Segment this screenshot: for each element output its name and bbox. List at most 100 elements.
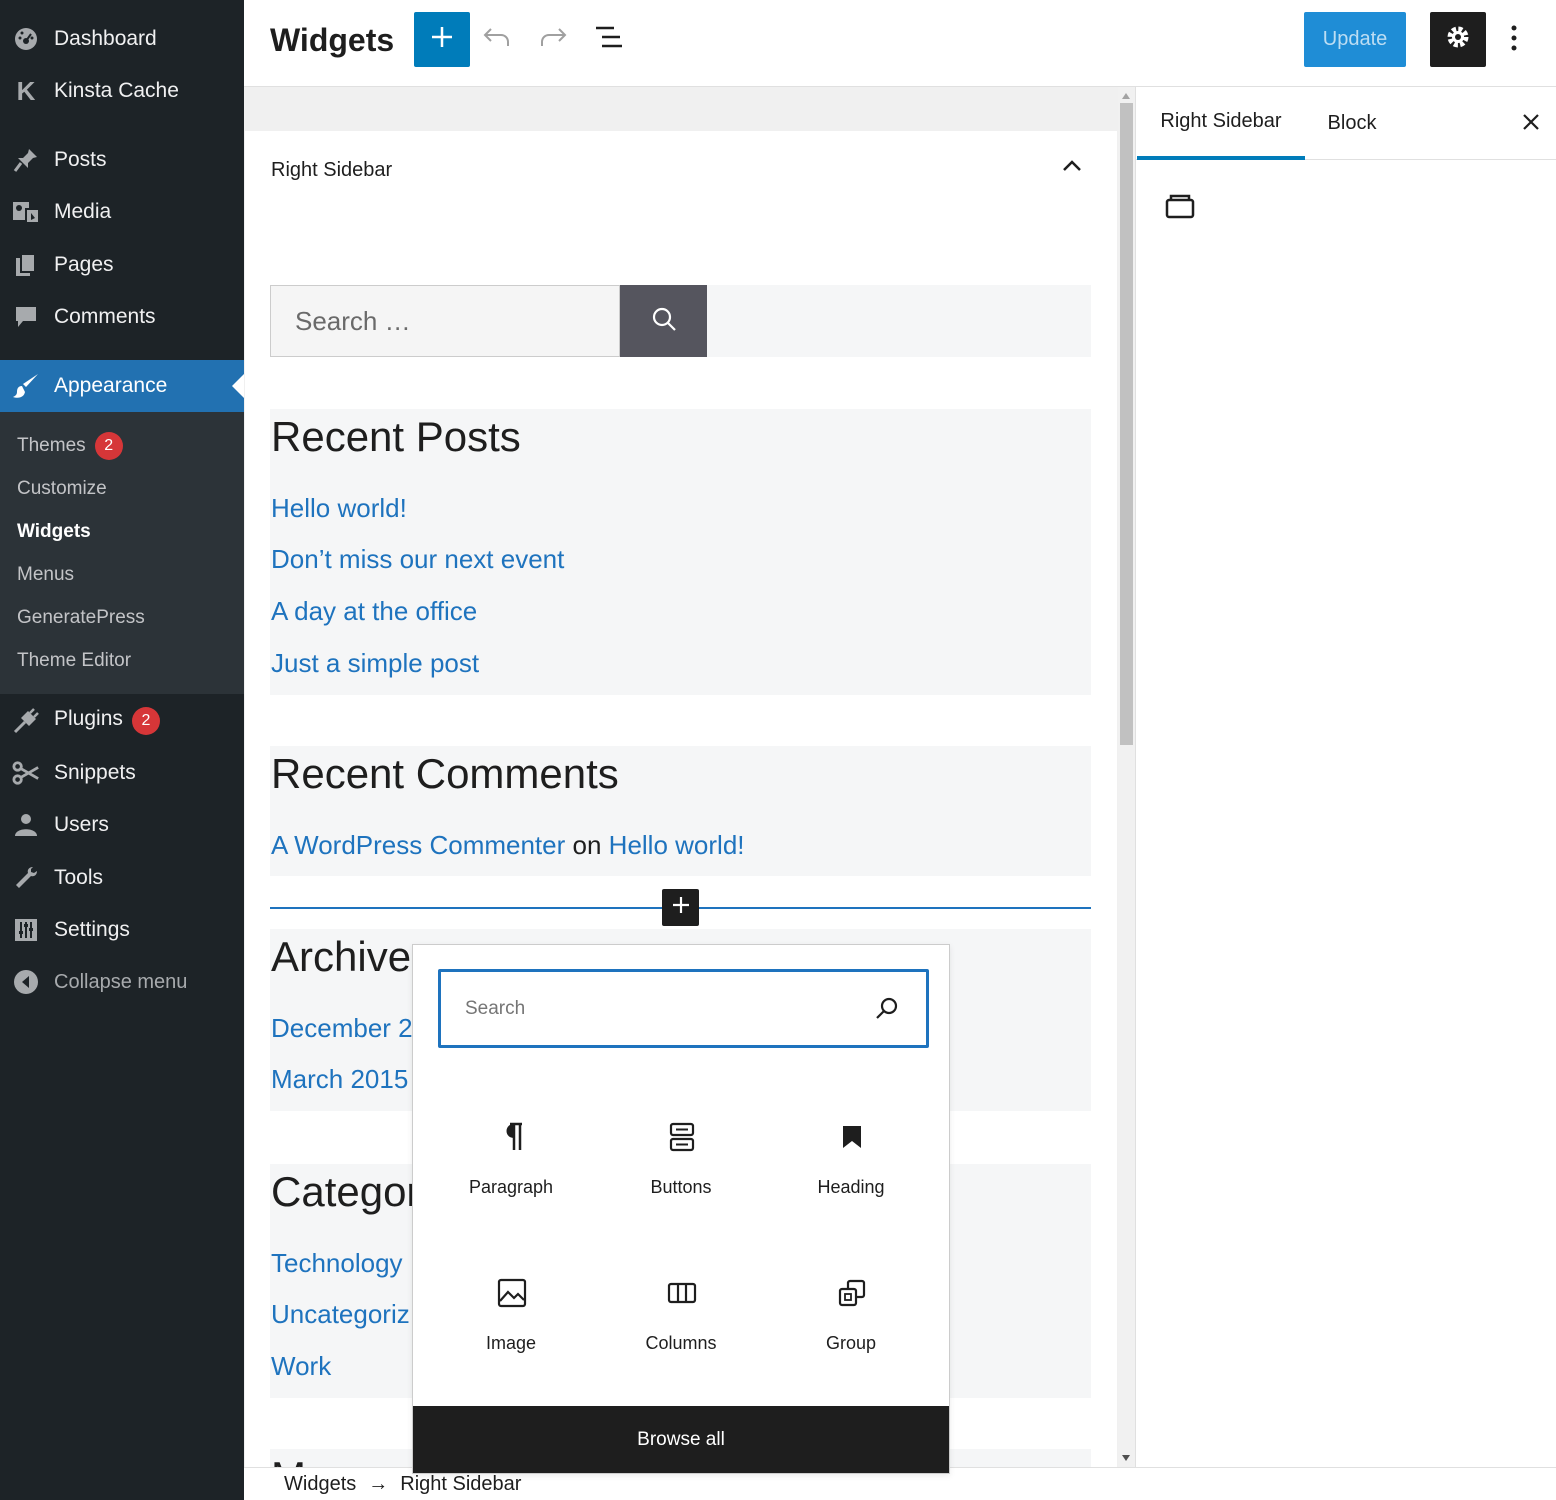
close-settings-button[interactable]: [1516, 109, 1546, 139]
page-title: Widgets: [270, 22, 395, 58]
menu-item-plugins[interactable]: Plugins 2: [0, 695, 244, 747]
canvas-scrollbar[interactable]: [1118, 87, 1135, 1467]
undo-button[interactable]: [480, 22, 514, 56]
recent-post-link[interactable]: Don’t miss our next event: [271, 544, 564, 575]
block-label: Paragraph: [468, 1177, 554, 1197]
block-label: Image: [485, 1333, 537, 1353]
archives-heading: Archives: [271, 933, 433, 980]
submenu-item-generatepress[interactable]: GeneratePress: [17, 603, 145, 633]
submenu-item-menus[interactable]: Menus: [17, 560, 74, 590]
menu-item-posts[interactable]: Posts: [0, 134, 244, 186]
scrollbar-thumb[interactable]: [1120, 103, 1133, 745]
plug-icon: [12, 707, 40, 735]
settings-tabs: Right Sidebar Block: [1136, 87, 1556, 160]
submenu-item-widgets[interactable]: Widgets: [17, 517, 91, 547]
search-widget-button[interactable]: [620, 285, 707, 357]
menu-item-snippets[interactable]: Snippets: [0, 747, 244, 799]
breadcrumb-item-widgets[interactable]: Widgets: [284, 1473, 356, 1496]
list-view-button[interactable]: [592, 22, 626, 56]
block-label: Columns: [645, 1333, 717, 1353]
add-block-button[interactable]: [414, 12, 470, 67]
menu-label: Collapse menu: [54, 970, 188, 993]
media-icon: [12, 198, 40, 226]
search-widget-input[interactable]: Search …: [270, 285, 620, 357]
menu-label: Plugins 2: [54, 707, 160, 735]
submenu-item-themes[interactable]: Themes 2: [17, 431, 123, 461]
inserter-block-columns[interactable]: Columns: [596, 1277, 766, 1407]
menu-item-dashboard[interactable]: Dashboard: [0, 13, 244, 65]
menu-label: Kinsta Cache: [54, 79, 179, 102]
comment-connector: on: [572, 830, 602, 860]
recent-posts-block[interactable]: Recent Posts Hello world! Don’t miss our…: [270, 409, 1091, 695]
search-block[interactable]: Search …: [270, 285, 1091, 357]
columns-icon: [666, 1277, 698, 1309]
active-indicator: [232, 374, 244, 398]
redo-button[interactable]: [536, 22, 570, 56]
kinsta-icon: K: [16, 75, 36, 106]
recent-post-link[interactable]: Just a simple post: [271, 648, 479, 679]
scroll-up-arrow[interactable]: [1122, 93, 1130, 99]
sliders-icon: [12, 916, 40, 944]
more-options-button[interactable]: [1500, 22, 1528, 58]
browse-all-button[interactable]: Browse all: [413, 1406, 949, 1473]
menu-item-appearance[interactable]: Appearance: [0, 360, 244, 412]
meta-heading: M: [271, 1453, 306, 1467]
inserter-block-heading[interactable]: Heading: [766, 1121, 936, 1251]
inserter-block-paragraph[interactable]: Paragraph: [426, 1121, 596, 1251]
inserter-search-box[interactable]: [438, 969, 929, 1048]
breadcrumb-item-right-sidebar[interactable]: Right Sidebar: [400, 1473, 521, 1496]
menu-label: Media: [54, 200, 112, 223]
recent-comments-block[interactable]: Recent Comments A WordPress Commenter on…: [270, 746, 1091, 876]
block-label: Group: [825, 1333, 877, 1353]
menu-label: Posts: [54, 148, 107, 171]
inserter-block-buttons[interactable]: Buttons: [596, 1121, 766, 1251]
submenu-item-theme-editor[interactable]: Theme Editor: [17, 646, 131, 676]
comment-author-link[interactable]: A WordPress Commenter: [271, 830, 565, 860]
menu-item-kinsta-cache[interactable]: K Kinsta Cache: [0, 65, 244, 117]
widget-area-title: Right Sidebar: [271, 159, 393, 181]
menu-label: Comments: [54, 305, 156, 328]
menu-label: Tools: [54, 866, 104, 889]
appearance-submenu: Themes 2 Customize Widgets Menus Generat…: [0, 412, 244, 694]
menu-item-pages[interactable]: Pages: [0, 239, 244, 291]
menu-item-comments[interactable]: Comments: [0, 291, 244, 343]
archive-link[interactable]: March 2015: [271, 1064, 408, 1095]
comment-icon: [12, 303, 40, 331]
widget-area-icon: [1164, 191, 1196, 223]
tab-right-sidebar[interactable]: Right Sidebar: [1137, 87, 1305, 160]
collapse-icon: [12, 968, 40, 996]
menu-item-media[interactable]: Media: [0, 186, 244, 238]
menu-item-users[interactable]: Users: [0, 799, 244, 851]
submenu-item-customize[interactable]: Customize: [17, 474, 107, 504]
submenu-label: GeneratePress: [17, 607, 145, 628]
recent-posts-heading: Recent Posts: [271, 413, 521, 460]
dashboard-icon: [12, 25, 40, 53]
collapse-widget-area-button[interactable]: [1057, 153, 1087, 183]
update-button[interactable]: Update: [1304, 12, 1406, 67]
category-link[interactable]: Technology: [271, 1248, 403, 1279]
category-link[interactable]: Work: [271, 1351, 331, 1382]
recent-comment-entry: A WordPress Commenter on Hello world!: [271, 830, 745, 861]
archive-link[interactable]: December 2: [271, 1013, 413, 1044]
menu-item-tools[interactable]: Tools: [0, 852, 244, 904]
inserter-block-image[interactable]: Image: [426, 1277, 596, 1407]
tab-block[interactable]: Block: [1312, 87, 1392, 160]
inserter-block-group[interactable]: Group: [766, 1277, 936, 1407]
more-vertical-icon: [1511, 25, 1517, 56]
scissors-icon: [12, 759, 40, 787]
submenu-label: Themes: [17, 435, 86, 456]
submenu-label: Widgets: [17, 521, 91, 542]
undo-icon: [483, 26, 511, 53]
menu-item-settings[interactable]: Settings: [0, 904, 244, 956]
collapse-menu-button[interactable]: Collapse menu: [0, 956, 244, 1008]
inserter-search-input[interactable]: [465, 997, 845, 1020]
recent-post-link[interactable]: A day at the office: [271, 596, 477, 627]
pushpin-icon: [12, 146, 40, 174]
settings-button[interactable]: [1430, 12, 1486, 67]
recent-post-link[interactable]: Hello world!: [271, 493, 407, 524]
inline-insert-block-button[interactable]: [662, 889, 699, 926]
menu-label: Settings: [54, 918, 130, 941]
category-link[interactable]: Uncategoriz: [271, 1299, 410, 1330]
comment-post-link[interactable]: Hello world!: [609, 830, 745, 860]
scroll-down-arrow[interactable]: [1122, 1455, 1130, 1461]
